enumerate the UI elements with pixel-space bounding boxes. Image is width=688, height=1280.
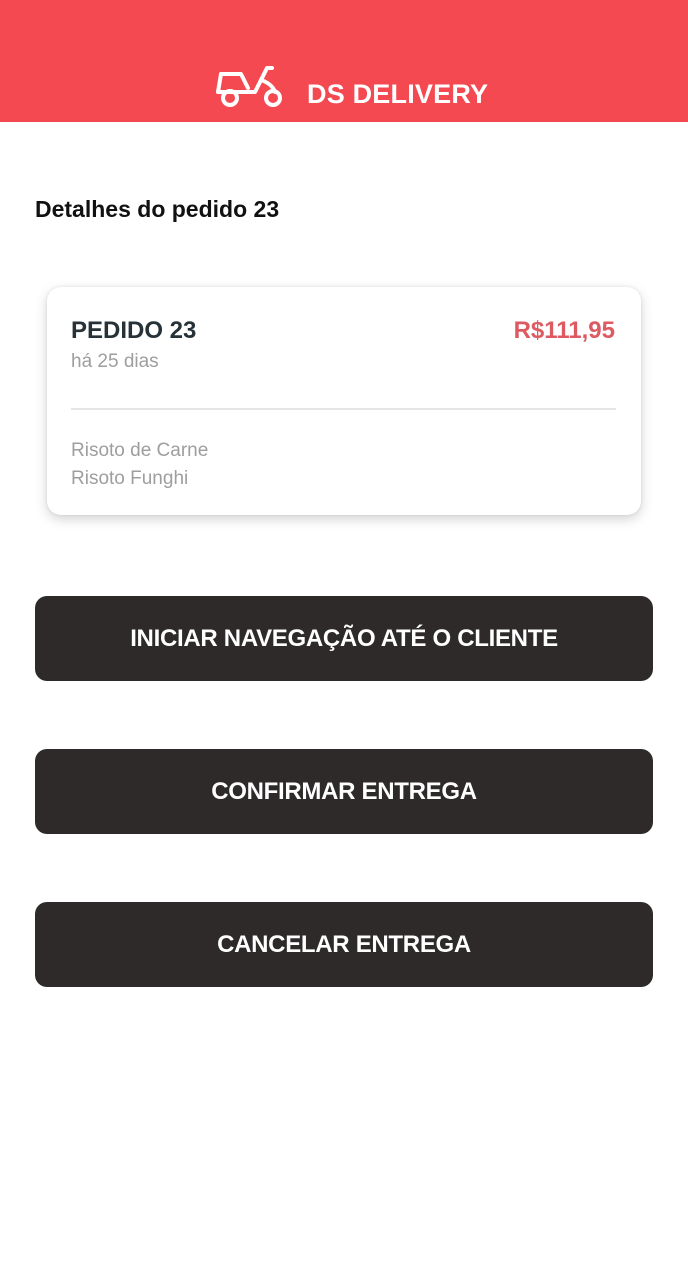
order-card: PEDIDO 23 R$111,95 há 25 dias Risoto de … [47, 287, 641, 515]
order-price: R$111,95 [513, 317, 615, 344]
card-divider [71, 408, 616, 410]
app-header: DS DELIVERY [0, 0, 688, 122]
confirm-delivery-button[interactable]: CONFIRMAR ENTREGA [35, 749, 653, 834]
order-name: PEDIDO 23 [71, 317, 197, 344]
scooter-icon [216, 66, 282, 107]
page-title: Detalhes do pedido 23 [35, 196, 280, 222]
start-navigation-button[interactable]: INICIAR NAVEGAÇÃO ATÉ O CLIENTE [35, 596, 653, 681]
product-list: Risoto de Carne Risoto Funghi [71, 437, 208, 493]
product-item: Risoto de Carne [71, 440, 209, 461]
order-time: há 25 dias [71, 351, 159, 372]
app-title: DS DELIVERY [307, 79, 489, 109]
cancel-delivery-button[interactable]: CANCELAR ENTREGA [35, 902, 653, 987]
product-item: Risoto Funghi [71, 468, 189, 489]
